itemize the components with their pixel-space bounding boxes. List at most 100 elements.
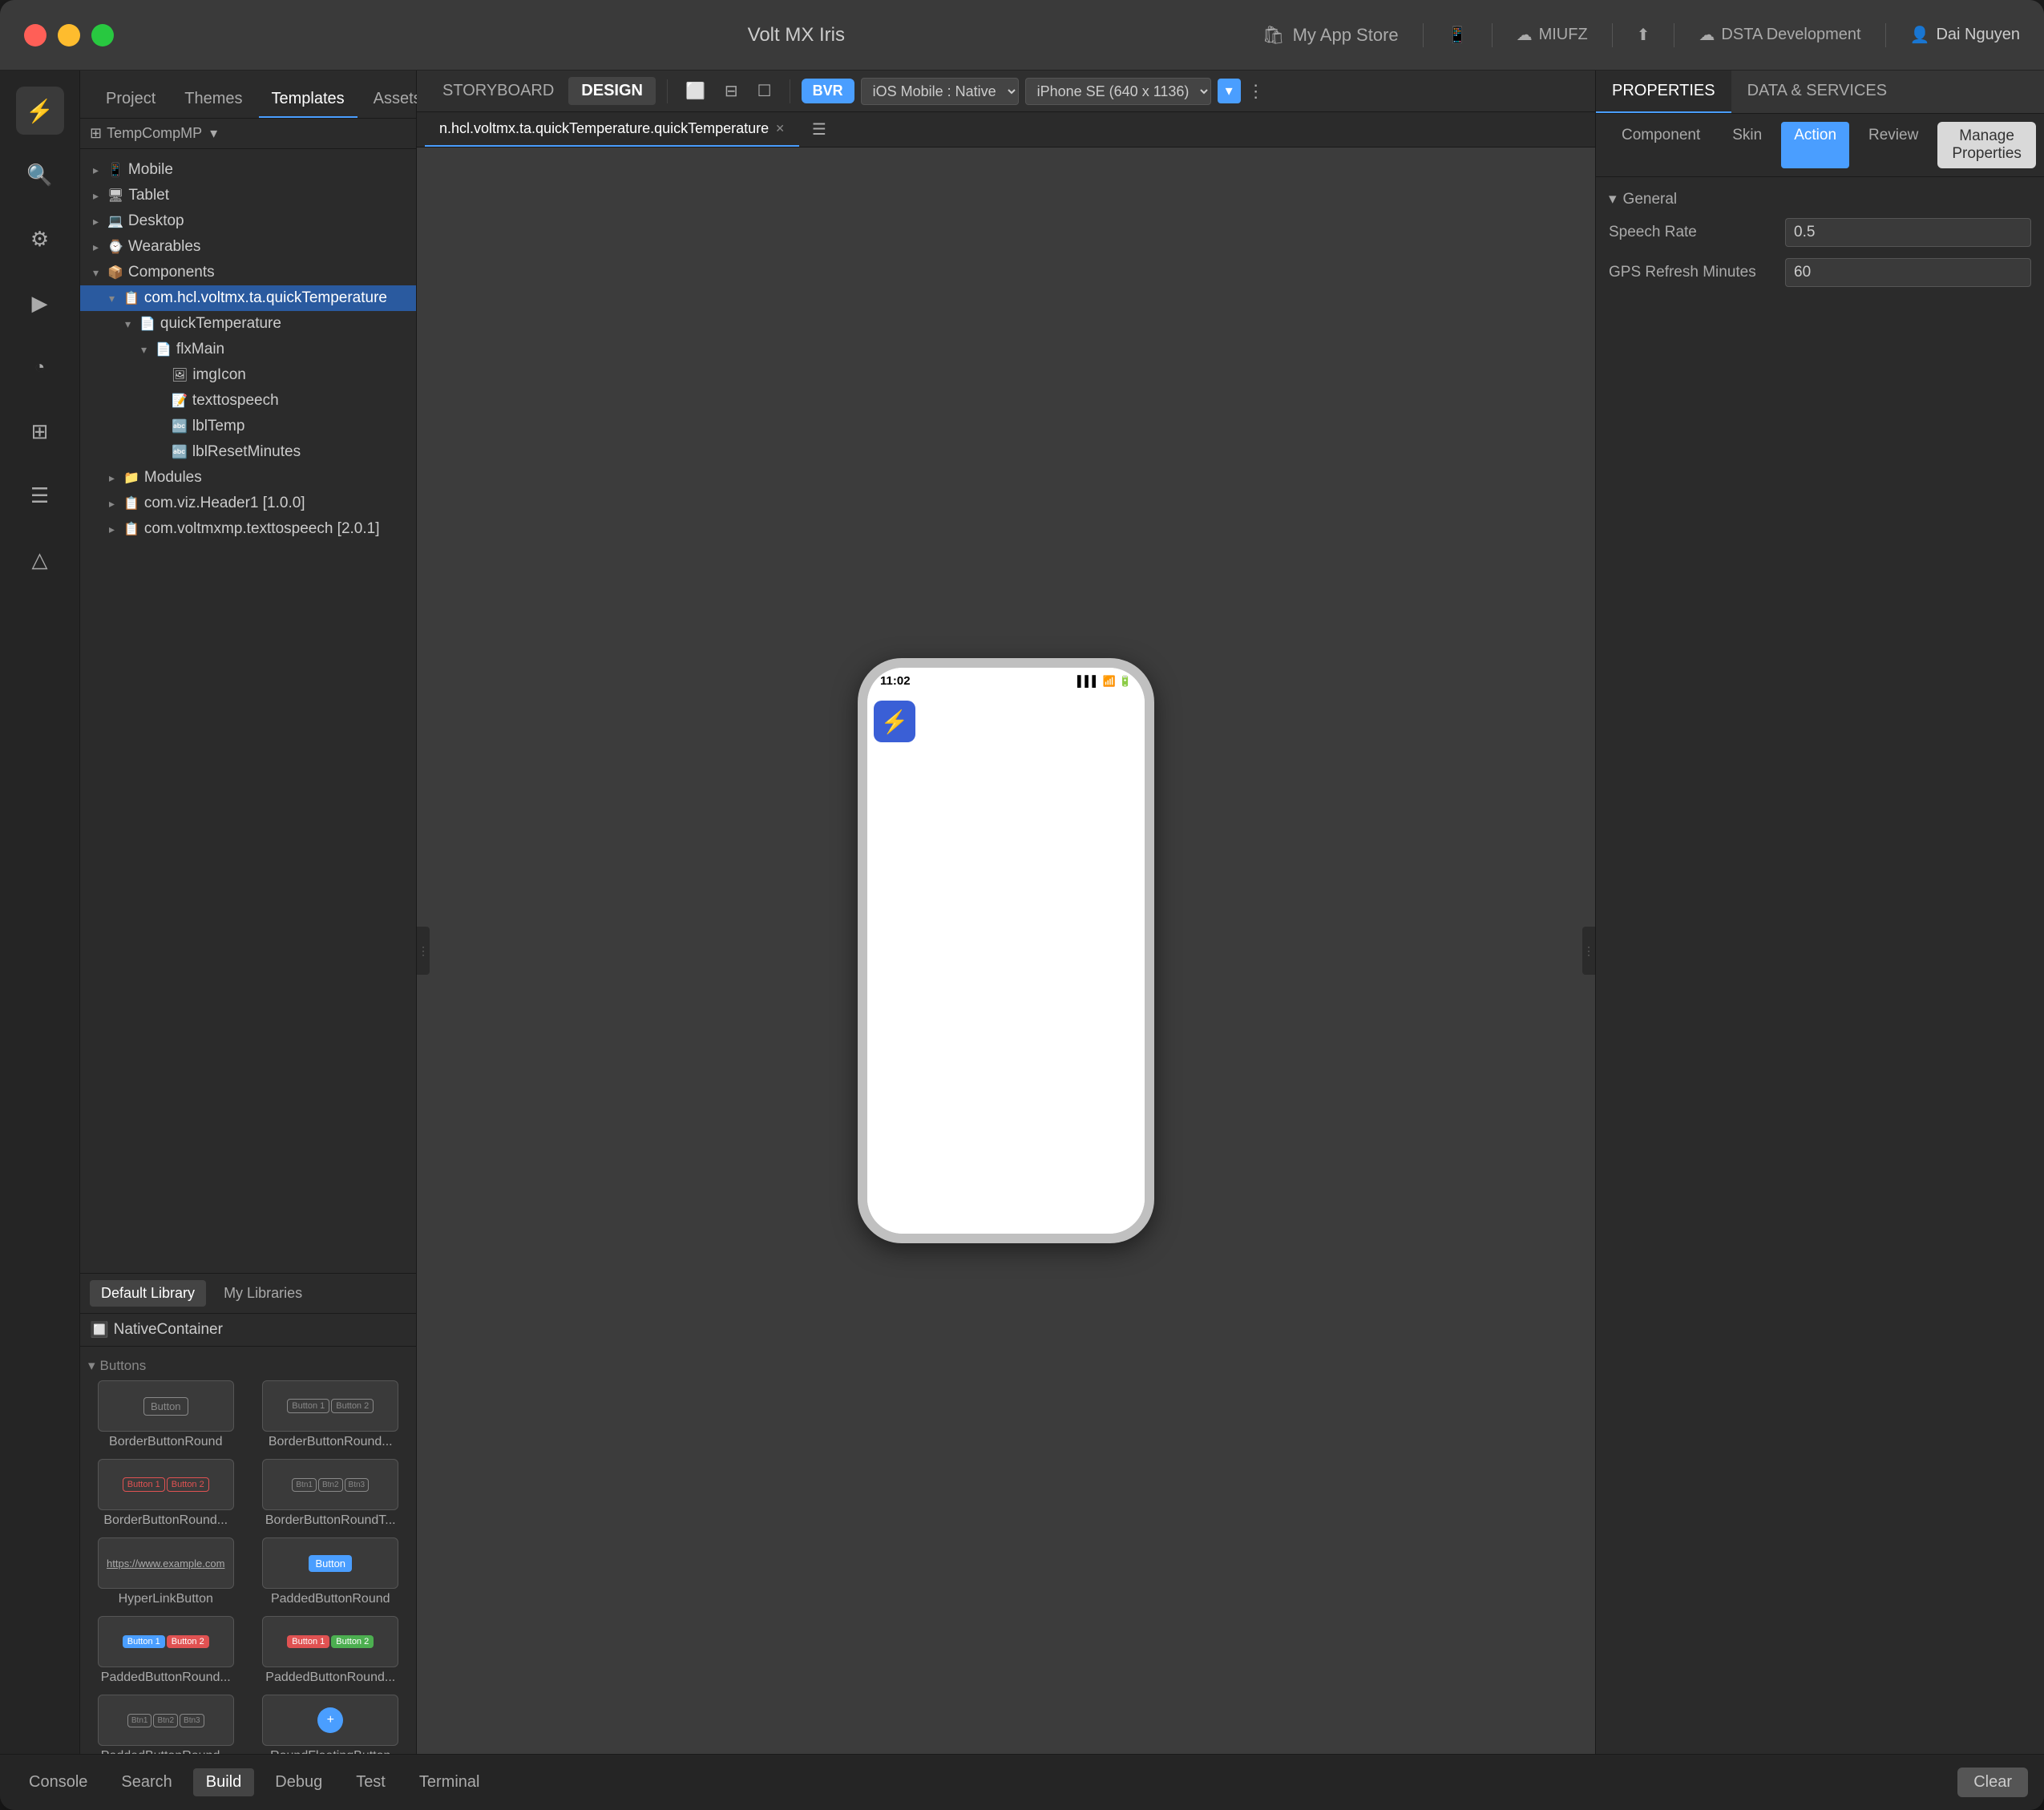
divider (667, 79, 668, 103)
native-container-item[interactable]: 🔲 NativeContainer (80, 1314, 416, 1347)
sidebar-item-list[interactable]: ☰ (16, 471, 64, 519)
tree-item-quick-temp[interactable]: ▾ 📄 quickTemperature (80, 311, 416, 337)
platform-select[interactable]: iOS Mobile : Native (861, 78, 1019, 105)
tree-item-tablet[interactable]: ▸ 🖥 Tablet (80, 183, 416, 208)
traffic-lights (24, 24, 114, 46)
list-item[interactable]: Btn1 Btn2 Btn3 BorderButtonRoundT... (253, 1459, 409, 1528)
tree-item-com-viz[interactable]: ▸ 📋 com.viz.Header1 [1.0.0] (80, 491, 416, 516)
list-item[interactable]: Button PaddedButtonRound (253, 1537, 409, 1606)
tree-item-mobile[interactable]: ▸ 📱 Mobile (80, 157, 416, 183)
chevron-down-icon: ▾ (1226, 83, 1233, 99)
preview-button: Btn1 (292, 1478, 317, 1492)
list-item[interactable]: Button 1 Button 2 PaddedButtonRound... (253, 1616, 409, 1685)
view-single-button[interactable]: ⬜ (679, 78, 712, 104)
file-tab-active[interactable]: n.hcl.voltmx.ta.quickTemperature.quickTe… (425, 112, 799, 147)
preview-button: Btn3 (345, 1478, 370, 1492)
wearables-icon: ⌚ (107, 239, 123, 255)
tab-action[interactable]: Action (1781, 122, 1849, 168)
tree-item-flx-main[interactable]: ▾ 📄 flxMain (80, 337, 416, 362)
app-store-button[interactable]: 🛍 My App Store (1262, 25, 1399, 46)
tab-review[interactable]: Review (1856, 122, 1931, 168)
list-item[interactable]: Button 1 Button 2 BorderButtonRound... (88, 1459, 244, 1528)
preview-button: Button 2 (331, 1635, 374, 1648)
tree-item-lbl-reset[interactable]: 🔤 lblResetMinutes (80, 439, 416, 465)
sidebar-item-metrics[interactable]: ◔ (16, 343, 64, 391)
more-options-button[interactable]: ⋮ (1247, 81, 1265, 102)
user-menu[interactable]: 👤 Dai Nguyen (1910, 25, 2020, 45)
tab-templates[interactable]: Templates (259, 82, 357, 118)
dsta-button[interactable]: ☁ DSTA Development (1699, 25, 1860, 45)
list-item[interactable]: https://www.example.com HyperLinkButton (88, 1537, 244, 1606)
library-tab-default[interactable]: Default Library (90, 1280, 206, 1307)
right-collapse-handle[interactable]: ⋮ (1582, 927, 1595, 975)
list-item[interactable]: Button BorderButtonRound (88, 1380, 244, 1449)
fullscreen-button[interactable] (91, 24, 114, 46)
tree-item-lbl-temp[interactable]: 🔤 lblTemp (80, 414, 416, 439)
component-label: BorderButtonRound... (269, 1435, 393, 1449)
tab-properties[interactable]: PROPERTIES (1596, 71, 1731, 113)
tab-skin[interactable]: Skin (1719, 122, 1775, 168)
list-item[interactable]: Button 1 Button 2 PaddedButtonRound... (88, 1616, 244, 1685)
user-icon: 👤 (1910, 25, 1930, 45)
preview-button: Button 1 (287, 1635, 329, 1648)
user-name: Dai Nguyen (1936, 26, 2020, 44)
close-button[interactable] (24, 24, 46, 46)
tree-item-com-hcl[interactable]: ▾ 📋 com.hcl.voltmx.ta.quickTemperature (80, 285, 416, 311)
manage-properties-button[interactable]: Manage Properties (1937, 122, 2036, 168)
dsta-label: DSTA Development (1721, 26, 1860, 44)
tree-item-modules[interactable]: ▸ 📁 Modules (80, 465, 416, 491)
close-tab-icon[interactable]: ✕ (775, 122, 785, 135)
tab-project[interactable]: Project (93, 82, 168, 118)
bottom-tab-terminal[interactable]: Terminal (406, 1768, 493, 1796)
tree-item-com-voltmxmp[interactable]: ▸ 📋 com.voltmxmp.texttospeech [2.0.1] (80, 516, 416, 542)
list-item[interactable]: + RoundFloatingButton (253, 1695, 409, 1754)
sidebar-item-logo[interactable]: ⚡ (16, 87, 64, 135)
tab-data-services[interactable]: DATA & SERVICES (1731, 71, 1904, 113)
tab-menu-button[interactable]: ☰ (806, 116, 833, 143)
code-view-icon: ☐ (757, 83, 772, 100)
tree-item-img-icon[interactable]: 🖼 imgIcon (80, 362, 416, 388)
left-collapse-handle[interactable]: ⋮ (417, 927, 430, 975)
tab-themes[interactable]: Themes (172, 82, 255, 118)
device-select[interactable]: iPhone SE (640 x 1136) (1025, 78, 1211, 105)
device-dropdown-button[interactable]: ▾ (1218, 79, 1241, 103)
tree-item-tts[interactable]: 📝 texttospeech (80, 388, 416, 414)
prop-label-speech-rate: Speech Rate (1609, 224, 1785, 241)
toggle-icon: ▾ (93, 266, 107, 280)
tab-component[interactable]: Component (1609, 122, 1713, 168)
minimize-button[interactable] (58, 24, 80, 46)
general-section-header[interactable]: ▾ General (1609, 190, 2031, 208)
view-code-button[interactable]: ☐ (751, 78, 778, 104)
sidebar-item-search[interactable]: 🔍 (16, 151, 64, 199)
sidebar-item-run[interactable]: ▶ (16, 279, 64, 327)
bottom-tab-console[interactable]: Console (16, 1768, 100, 1796)
list-item[interactable]: Btn1 Btn2 Btn3 PaddedButtonRound... (88, 1695, 244, 1754)
tree-item-components[interactable]: ▾ 📦 Components (80, 260, 416, 285)
bottom-tab-debug[interactable]: Debug (262, 1768, 335, 1796)
prop-input-speech-rate[interactable] (1785, 218, 2031, 247)
bottom-tab-search[interactable]: Search (108, 1768, 184, 1796)
library-tab-my[interactable]: My Libraries (212, 1280, 313, 1307)
tab-storyboard[interactable]: STORYBOARD (430, 77, 567, 105)
component-preview: Button 1 Button 2 (262, 1380, 398, 1432)
preview-link: https://www.example.com (107, 1557, 224, 1570)
tree-item-desktop[interactable]: ▸ 💻 Desktop (80, 208, 416, 234)
list-item[interactable]: Button 1 Button 2 BorderButtonRound... (253, 1380, 409, 1449)
miufz-button[interactable]: ☁ MIUFZ (1517, 25, 1588, 45)
preview-button: Button (143, 1397, 188, 1416)
sidebar-item-settings[interactable]: ⚙ (16, 215, 64, 263)
bvr-button[interactable]: BVR (802, 79, 854, 103)
sidebar-item-components[interactable]: ⊞ (16, 407, 64, 455)
clear-button[interactable]: Clear (1957, 1768, 2028, 1797)
general-section: ▾ General Speech Rate GPS Refresh Minute… (1609, 190, 2031, 287)
bottom-tab-test[interactable]: Test (343, 1768, 398, 1796)
toggle-icon: ▾ (125, 317, 139, 331)
bottom-tab-build[interactable]: Build (193, 1768, 254, 1796)
view-split-button[interactable]: ⊟ (718, 78, 745, 104)
tablet-icon-button[interactable]: 📱 (1448, 25, 1468, 45)
tab-design[interactable]: DESIGN (568, 77, 656, 105)
tree-item-wearables[interactable]: ▸ ⌚ Wearables (80, 234, 416, 260)
upload-button[interactable]: ⬆ (1637, 25, 1650, 45)
prop-input-gps[interactable] (1785, 258, 2031, 287)
sidebar-item-mountain[interactable]: △ (16, 535, 64, 584)
